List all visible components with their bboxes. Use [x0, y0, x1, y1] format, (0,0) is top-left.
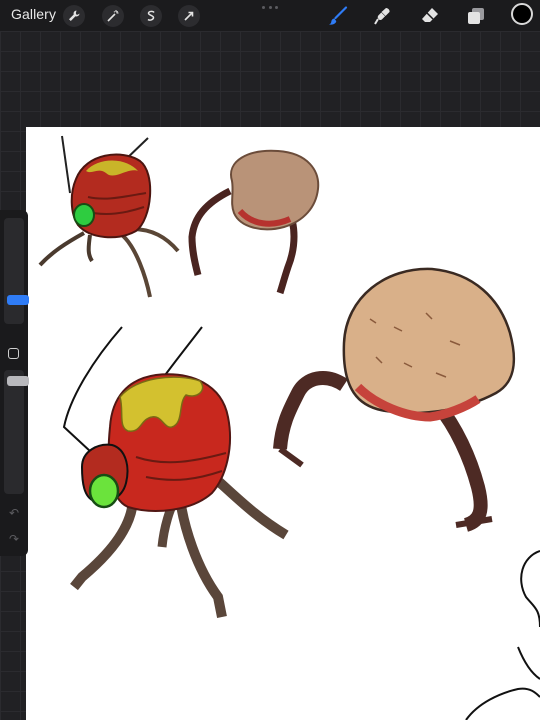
magic-wand-icon[interactable]	[102, 5, 124, 27]
artwork	[38, 135, 540, 720]
wrench-icon[interactable]	[63, 5, 85, 27]
selection-icon[interactable]	[140, 5, 162, 27]
smudge-icon[interactable]	[370, 3, 396, 29]
transform-arrow-icon[interactable]	[178, 5, 200, 27]
top-toolbar: Gallery	[0, 0, 540, 31]
gallery-button[interactable]: Gallery	[11, 6, 56, 22]
opacity-slider[interactable]	[4, 370, 29, 494]
redo-icon[interactable]: ↷	[6, 532, 22, 546]
undo-icon[interactable]: ↶	[6, 506, 22, 520]
brush-size-slider-knob[interactable]	[7, 295, 29, 305]
left-sidebar: ↶ ↷	[0, 210, 29, 556]
color-swatch[interactable]	[511, 3, 533, 25]
layers-icon[interactable]	[463, 3, 489, 29]
brush-icon[interactable]	[325, 3, 351, 29]
flesh-creature-reference	[188, 149, 320, 295]
eraser-icon[interactable]	[417, 3, 443, 29]
drawing-canvas[interactable]	[26, 127, 540, 720]
brush-size-slider[interactable]	[4, 218, 29, 324]
red-insect-creature-sketch	[62, 326, 289, 618]
opacity-slider-knob[interactable]	[7, 376, 29, 386]
toolbar-grip[interactable]	[262, 6, 278, 10]
partial-line-sketches	[465, 550, 540, 720]
red-insect-creature-reference	[38, 135, 180, 298]
modify-button[interactable]	[8, 348, 19, 359]
flesh-creature-sketch	[273, 267, 516, 532]
